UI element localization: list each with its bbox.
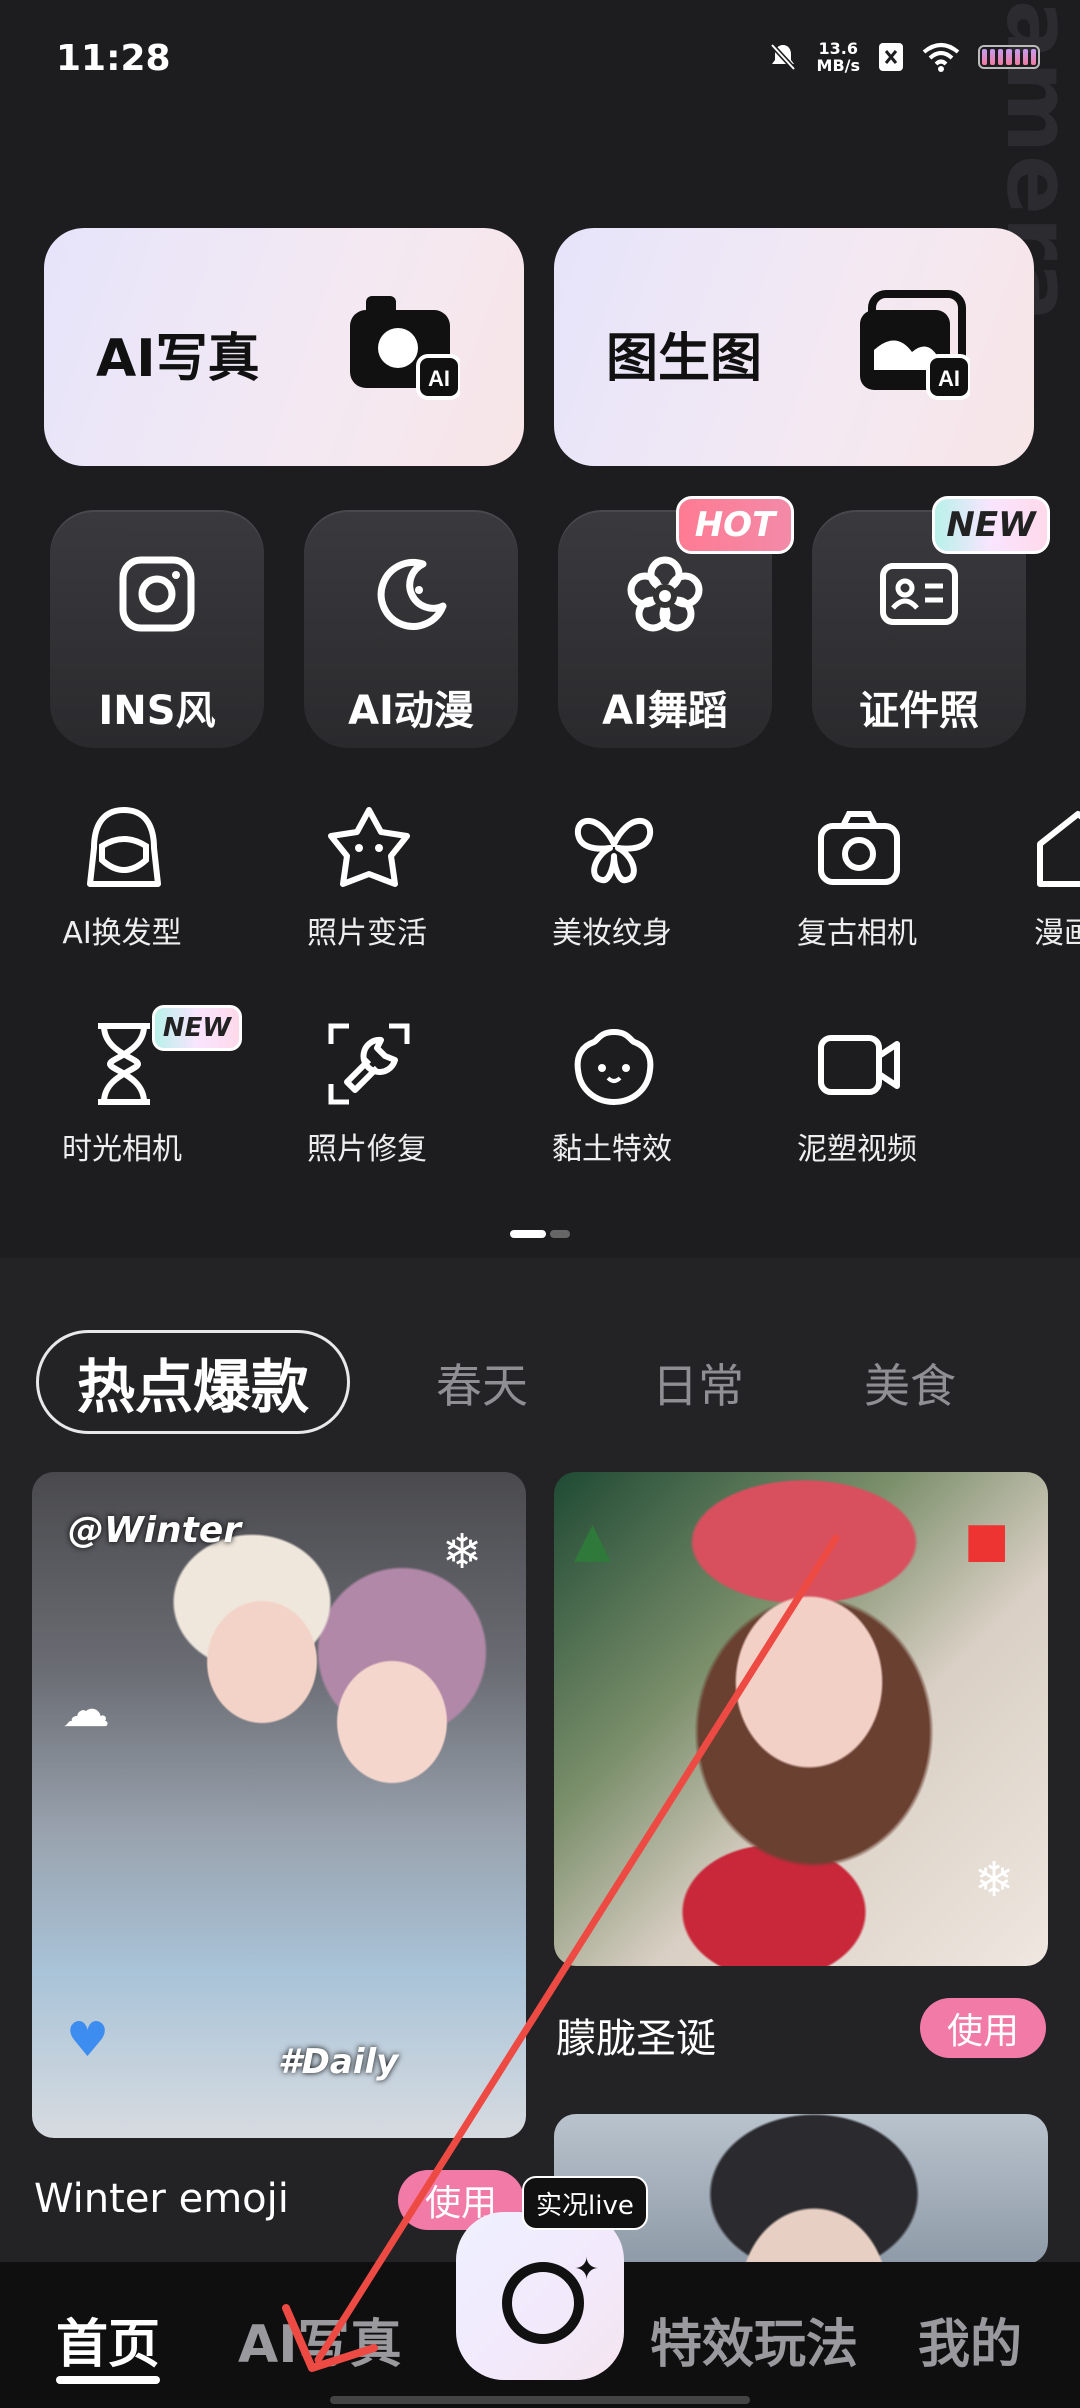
feature-makeup-tattoo[interactable]: 美妆纹身 xyxy=(512,804,712,964)
hot-badge: HOT xyxy=(676,496,794,554)
use-button-hazy-christmas[interactable]: 使用 xyxy=(920,1998,1046,2058)
nav-home-underline xyxy=(56,2376,160,2384)
camera-button[interactable]: ✦ xyxy=(456,2212,624,2380)
snowflake-icon: ❄ xyxy=(974,1852,1015,1908)
category-tab-food[interactable]: 美食 xyxy=(864,1350,956,1416)
nav-ai-photo[interactable]: AI写真 xyxy=(238,2302,402,2377)
new-badge-small: NEW xyxy=(152,1005,242,1051)
tile-id-photo[interactable]: 证件照 NEW xyxy=(812,496,1050,748)
feature-label: 漫画 xyxy=(1034,916,1080,951)
feature-label: 照片变活 xyxy=(307,916,427,951)
live-badge: 实况live xyxy=(522,2176,648,2230)
flower-icon xyxy=(627,556,703,632)
home-indicator xyxy=(330,2396,750,2404)
christmas-tree-icon: ▲ xyxy=(574,1512,611,1568)
feature-label: 复古相机 xyxy=(797,916,917,951)
mute-bell-icon xyxy=(769,43,796,71)
ai-photo-card[interactable]: AI写真 AI xyxy=(44,228,524,466)
tile-label: INS风 xyxy=(98,688,216,734)
sparkle-icon: ✦ xyxy=(574,2252,600,2287)
snowflake-icon: ❄ xyxy=(442,1524,483,1580)
feature-photo-repair[interactable]: 照片修复 xyxy=(267,1020,467,1180)
feature-clay-effect[interactable]: 黏土特效 xyxy=(512,1020,712,1180)
video-camera-icon xyxy=(818,1035,900,1095)
id-card-icon xyxy=(880,563,958,625)
card-title-hazy-christmas: 朦胧圣诞 xyxy=(556,2016,716,2062)
new-badge: NEW xyxy=(932,496,1050,554)
tile-label: AI舞蹈 xyxy=(602,688,728,734)
comic-house-icon xyxy=(1037,811,1080,887)
camera-icon xyxy=(818,811,900,885)
page-indicator-active xyxy=(510,1230,546,1238)
feature-label: 黏土特效 xyxy=(552,1132,672,1167)
image-to-image-card[interactable]: 图生图 AI xyxy=(554,228,1034,466)
feature-clay-video[interactable]: 泥塑视频 xyxy=(757,1020,957,1180)
status-time: 11:28 xyxy=(56,38,171,79)
photo-overlay-winter: @Winter xyxy=(68,1510,242,1551)
battery-icon xyxy=(978,45,1040,69)
sim-x-icon xyxy=(879,43,903,71)
gift-icon: ■ xyxy=(964,1512,1010,1568)
image-ai-icon-text: AI xyxy=(938,366,960,391)
camera-ai-icon-text: AI xyxy=(428,366,450,391)
feature-photo-animate[interactable]: 照片变活 xyxy=(267,804,467,964)
net-speed-unit: MB/s xyxy=(816,56,860,75)
nav-mine[interactable]: 我的 xyxy=(918,2302,1022,2377)
image-ai-icon: AI xyxy=(860,290,970,400)
tile-ai-dance[interactable]: AI舞蹈 HOT xyxy=(558,496,794,748)
star-face-icon xyxy=(328,807,410,887)
camera-ai-icon: AI xyxy=(350,296,460,400)
feature-label: AI换发型 xyxy=(62,916,182,951)
ai-photo-card-label: AI写真 xyxy=(96,329,260,389)
feature-label: 泥塑视频 xyxy=(797,1132,917,1167)
instagram-icon xyxy=(119,556,195,632)
tile-label: 证件照 xyxy=(859,688,979,734)
hair-icon xyxy=(87,807,161,887)
wifi-icon xyxy=(922,43,960,72)
nav-effects[interactable]: 特效玩法 xyxy=(650,2302,858,2377)
feature-comic[interactable]: 漫画 xyxy=(1000,804,1080,964)
page-indicator xyxy=(550,1230,570,1238)
tile-ai-anime[interactable]: AI动漫 xyxy=(304,510,518,748)
photo-overlay-daily: #Daily xyxy=(278,2042,399,2082)
winter-emoji-image[interactable]: @Winter #Daily ❄ ♥ ☁ xyxy=(32,1472,526,2138)
category-tab-spring[interactable]: 春天 xyxy=(436,1350,528,1416)
category-tab-active[interactable]: 热点爆款 xyxy=(36,1330,350,1434)
feature-label: 照片修复 xyxy=(307,1132,427,1167)
cloud-icon: ☁ xyxy=(62,1682,110,1738)
tile-label: AI动漫 xyxy=(348,688,474,734)
butterfly-icon xyxy=(574,817,654,884)
hazy-christmas-image[interactable]: ■ ▲ ❄ xyxy=(554,1472,1048,1966)
image-to-image-card-label: 图生图 xyxy=(606,329,763,389)
feature-label: 美妆纹身 xyxy=(552,916,672,951)
camera-lens-icon xyxy=(502,2262,584,2344)
feature-label: 时光相机 xyxy=(62,1132,182,1167)
tile-ins-style[interactable]: INS风 xyxy=(50,510,264,748)
status-icons: 13.6 MB/s xyxy=(767,40,1040,74)
feature-hairstyle[interactable]: AI换发型 xyxy=(22,804,222,964)
net-speed: 13.6 MB/s xyxy=(817,40,860,74)
feature-retro-camera[interactable]: 复古相机 xyxy=(757,804,957,964)
blue-heart-icon: ♥ xyxy=(66,2012,110,2068)
card-title-winter-emoji: Winter emoji xyxy=(34,2176,289,2222)
clay-face-icon xyxy=(574,1028,654,1106)
nav-home[interactable]: 首页 xyxy=(56,2302,160,2377)
category-tab-daily[interactable]: 日常 xyxy=(652,1350,744,1416)
moon-icon xyxy=(377,558,447,630)
wrench-icon xyxy=(328,1023,410,1105)
net-speed-value: 13.6 xyxy=(818,39,858,58)
